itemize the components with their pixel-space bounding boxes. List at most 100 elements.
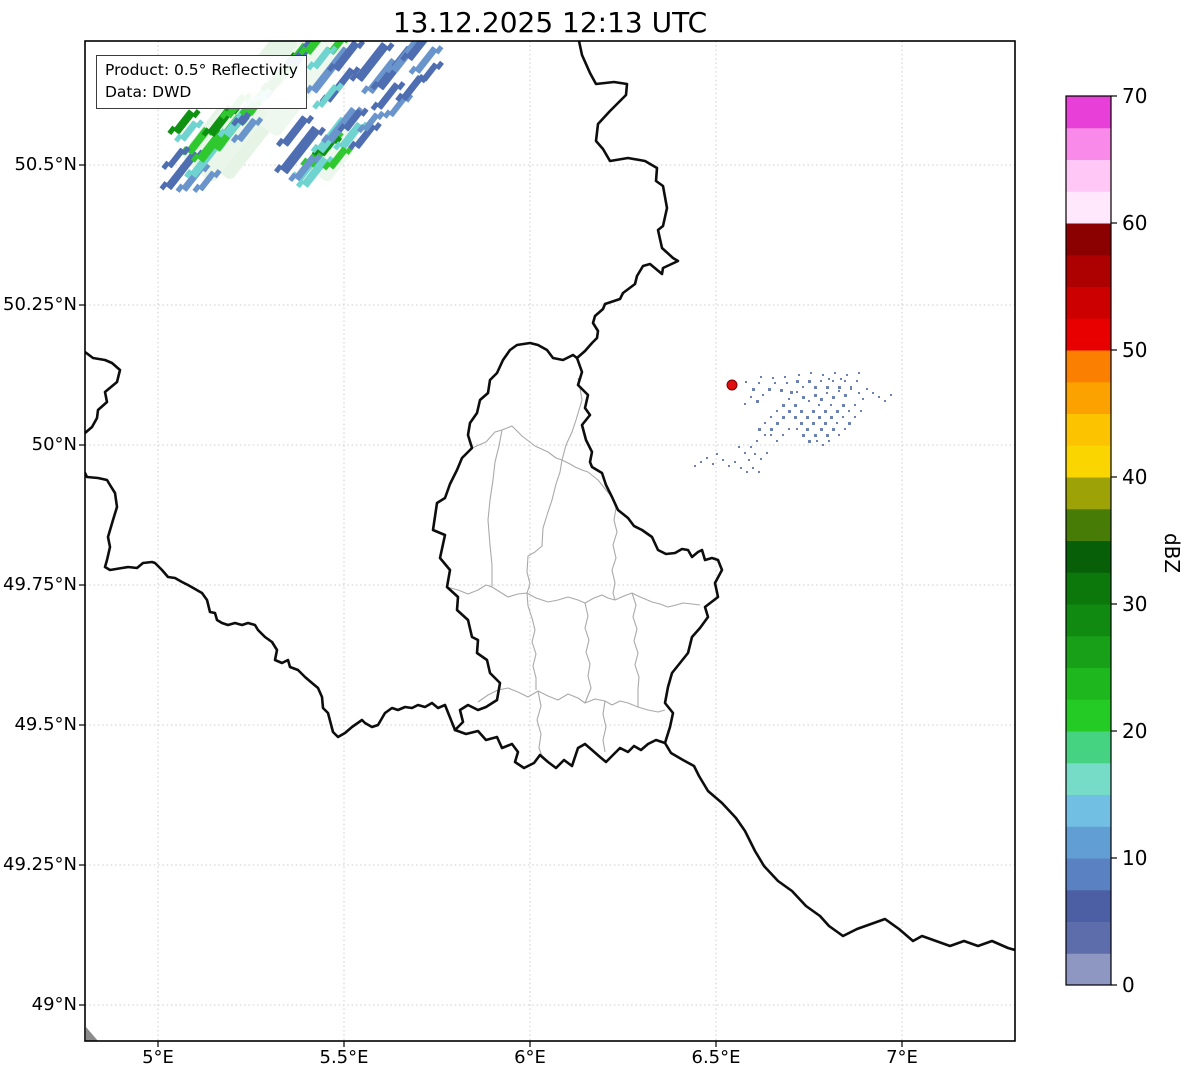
speckle-dot: [794, 416, 797, 419]
speckle-dot: [712, 463, 714, 465]
speckle-dot: [744, 452, 746, 454]
product-info-box: Product: 0.5° Reflectivity Data: DWD: [96, 55, 307, 109]
speckle-dot: [878, 396, 880, 398]
speckle-dot: [862, 398, 864, 400]
x-tick-label: 6°E: [514, 1047, 546, 1068]
speckle-dot: [812, 410, 815, 413]
colorbar-segment: [1066, 953, 1111, 986]
speckle-dot: [814, 434, 817, 437]
speckle-dot: [734, 461, 736, 463]
speckle-dot: [844, 428, 846, 430]
speckle-dot: [790, 391, 793, 394]
colorbar-segment: [1066, 826, 1111, 859]
speckle-dot: [776, 422, 779, 425]
colorbar-tick-label: 10: [1122, 846, 1148, 870]
colorbar-segment: [1066, 858, 1111, 891]
speckle-dot: [796, 380, 799, 383]
speckle-dot: [824, 422, 827, 425]
speckle-dot: [760, 458, 762, 460]
speckle-dot: [740, 467, 742, 469]
speckle-dot: [890, 394, 892, 396]
speckle-dot: [840, 378, 842, 380]
speckle-dot: [858, 372, 860, 374]
speckle-dot: [756, 440, 758, 442]
admin-border-line: [631, 592, 640, 707]
map-plot-area: [79, 40, 1117, 1047]
speckle-dot: [756, 400, 759, 403]
speckle-dot: [836, 410, 839, 413]
speckle-dot: [884, 400, 886, 402]
colorbar-segment: [1066, 508, 1111, 541]
colorbar-tick-label: 20: [1122, 719, 1148, 743]
speckle-dot: [798, 374, 800, 376]
speckle-dot: [786, 382, 788, 384]
speckle-dot: [860, 410, 862, 412]
speckle-dot: [854, 404, 856, 406]
speckle-dot: [770, 434, 772, 436]
speckle-dot: [838, 390, 840, 392]
colorbar-segment: [1066, 223, 1111, 256]
speckle-dot: [766, 452, 768, 454]
speckle-dot: [784, 376, 786, 378]
speckle-dot: [828, 378, 830, 380]
speckle-dot: [814, 394, 817, 397]
speckle-dot: [738, 446, 740, 448]
speckle-dot: [848, 422, 851, 425]
graticule: [85, 41, 1015, 1041]
colorbar-segment: [1066, 477, 1111, 510]
admin-borders: [446, 377, 701, 757]
country-borders: [85, 41, 1015, 952]
admin-border-line: [487, 429, 503, 587]
speckle-dot: [818, 404, 820, 406]
colorbar-tick-label: 60: [1122, 211, 1148, 235]
speckle-dot: [814, 386, 817, 389]
speckle-dot: [745, 381, 747, 383]
speckle-dot: [780, 389, 783, 392]
admin-border-line: [536, 690, 543, 757]
speckle-dot: [838, 386, 841, 389]
colorbar-segment: [1066, 731, 1111, 764]
x-tick-label: 7°E: [886, 1047, 918, 1068]
admin-border-line: [602, 700, 607, 753]
speckle-dot: [806, 428, 809, 431]
speckle-dot: [802, 396, 805, 399]
speckle-dot: [800, 410, 803, 413]
speckle-dot: [856, 380, 858, 382]
speckle-dot: [872, 392, 874, 394]
colorbar-unit-label: dBZ: [1160, 532, 1184, 574]
admin-border-line: [584, 602, 592, 704]
speckle-dot: [822, 444, 824, 446]
speckle-dot: [774, 382, 776, 384]
speckle-dot: [844, 380, 846, 382]
map-content: [85, 41, 1015, 1041]
country-border-line: [431, 341, 579, 732]
colorbar-segment: [1066, 127, 1111, 160]
speckle-dot: [758, 428, 761, 431]
speckle-dot: [828, 440, 830, 442]
colorbar-segment: [1066, 96, 1111, 129]
speckle-dot: [820, 398, 823, 401]
colorbar-segment: [1066, 794, 1111, 827]
speckle-dot: [770, 428, 773, 431]
colorbar-tick-label: 30: [1122, 592, 1148, 616]
speckle-dot: [832, 380, 834, 382]
colorbar-segment: [1066, 667, 1111, 700]
y-tick-label: 50.5°N: [14, 154, 77, 175]
speckle-dot: [854, 416, 856, 418]
colorbar-segment: [1066, 350, 1111, 383]
speckle-dot: [788, 398, 790, 400]
y-tick-label: 49.25°N: [3, 854, 77, 875]
speckle-dot: [746, 471, 748, 473]
speckle-dot: [820, 428, 823, 431]
clutter-speckles: [694, 372, 892, 473]
colorbar-tick-label: 70: [1122, 84, 1148, 108]
speckle-dot: [820, 380, 822, 382]
speckle-dot: [750, 446, 752, 448]
country-border-line: [85, 350, 122, 435]
country-border-line: [575, 356, 724, 745]
speckle-dot: [844, 394, 847, 397]
speckle-dot: [776, 410, 778, 412]
x-tick-label: 6.5°E: [691, 1047, 741, 1068]
x-tick-label: 5°E: [142, 1047, 174, 1068]
speckle-dot: [728, 465, 730, 467]
